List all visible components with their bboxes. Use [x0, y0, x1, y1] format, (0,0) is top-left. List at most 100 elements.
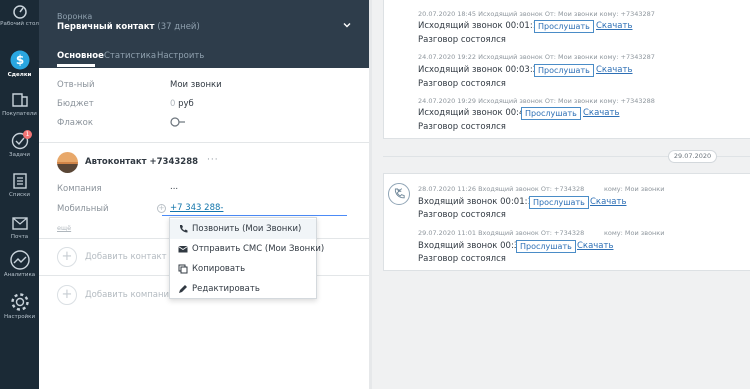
call-status: Разговор состоялся [418, 254, 506, 264]
nav-label-desk: Рабочий стол [0, 21, 39, 27]
tab-statistics[interactable]: Статистика [104, 51, 156, 61]
contact-more-menu[interactable]: ··· [207, 155, 219, 165]
section-divider [39, 142, 369, 143]
nav-item-desk[interactable]: Рабочий стол [0, 3, 39, 28]
download-link[interactable]: Скачать [583, 108, 619, 118]
call-summary: Исходящий звонок 00:01:12 [418, 21, 544, 31]
stage-name: Первичный контакт [57, 22, 155, 32]
nav-item-tasks[interactable]: 1 Задачи [0, 130, 39, 159]
menu-item-sms[interactable]: Отправить СМС (Мои Звонки) [170, 239, 324, 259]
pipeline-label: Воронка [57, 12, 93, 21]
nav-label-lists: Списки [9, 192, 30, 198]
nav-label-analytics: Аналитика [3, 272, 36, 278]
phone-number-link[interactable]: +7 343 288- [170, 203, 223, 213]
pipeline-stage-selector[interactable]: Первичный контакт (37 дней) [57, 22, 200, 32]
nav-label-deals: Сделки [7, 72, 32, 78]
menu-item-call[interactable]: Позвонить (Мои Звонки) [170, 219, 316, 239]
download-link[interactable]: Скачать [596, 21, 632, 31]
menu-label-edit: Редактировать [192, 284, 260, 294]
avatar [57, 152, 78, 173]
gear-icon [10, 293, 29, 311]
call-summary: Исходящий звонок 00:03:22 [418, 65, 544, 75]
field-label-budget: Бюджет [57, 99, 94, 109]
active-tab-indicator [57, 64, 95, 67]
menu-item-edit[interactable]: Редактировать [170, 279, 316, 299]
call-summary: Исходящий звонок 00:47 [418, 108, 530, 118]
field-label-company: Компания [57, 184, 102, 194]
budget-amount: 0 [170, 99, 176, 109]
budget-currency: руб [178, 99, 194, 109]
call-status: Разговор состоялся [418, 122, 506, 132]
call-meta: 24.07.2020 19:29 Исходящий звонок От: Мо… [418, 97, 655, 105]
nav-label-mail: Почта [10, 234, 29, 240]
tab-configure[interactable]: Настроить [157, 51, 204, 61]
plus-icon: + [57, 247, 77, 267]
card-header: Воронка Первичный контакт (37 дней) Осно… [39, 0, 369, 68]
flag-toggle[interactable] [170, 117, 186, 127]
nav-item-settings[interactable]: Настройки [0, 292, 39, 321]
call-status: Разговор состоялся [418, 35, 506, 45]
menu-item-copy[interactable]: Копировать [170, 259, 316, 279]
call-note-outgoing: 20.07.2020 18:45 Исходящий звонок От: Мо… [383, 0, 750, 139]
download-link[interactable]: Скачать [577, 241, 613, 251]
call-meta: 20.07.2020 18:45 Исходящий звонок От: Мо… [418, 10, 655, 18]
lists-icon [12, 173, 27, 189]
incoming-call-icon [388, 183, 410, 205]
nav-item-analytics[interactable]: Аналитика [0, 250, 39, 279]
field-value-company[interactable]: ... [170, 182, 178, 192]
call-summary: Входящий звонок 00:01:13 [418, 197, 539, 207]
call-status: Разговор состоялся [418, 79, 506, 89]
download-link[interactable]: Скачать [596, 65, 632, 75]
field-value-budget[interactable]: 0 руб [170, 99, 194, 109]
deals-icon: $ [10, 50, 29, 70]
tab-main[interactable]: Основное [57, 51, 104, 61]
download-link[interactable]: Скачать [590, 197, 626, 207]
listen-button[interactable]: Прослушать [521, 107, 581, 120]
dashboard-icon [12, 5, 27, 19]
nav-label-settings: Настройки [3, 314, 36, 320]
add-company-label: Добавить компанию [85, 290, 177, 300]
add-contact-label: Добавить контакт [85, 252, 167, 262]
call-meta: 24.07.2020 19:22 Исходящий звонок От: Мо… [418, 53, 655, 61]
activity-feed: 20.07.2020 18:45 Исходящий звонок От: Мо… [369, 0, 750, 389]
contact-name[interactable]: Автоконтакт +7343288 [85, 157, 198, 167]
menu-label-sms: Отправить СМС (Мои Звонки) [192, 244, 325, 254]
date-divider: 29.07.2020 [668, 150, 717, 163]
call-status: Разговор состоялся [418, 210, 506, 220]
listen-button[interactable]: Прослушать [516, 240, 576, 253]
lead-card: Воронка Первичный контакт (37 дней) Осно… [39, 0, 369, 389]
buyers-icon [11, 93, 28, 107]
nav-item-deals[interactable]: $ Сделки [0, 50, 39, 79]
listen-button[interactable]: Прослушать [534, 64, 594, 77]
field-value-responsible[interactable]: Мои звонки [170, 80, 222, 90]
feed-divider [369, 0, 372, 389]
field-label-responsible: Отв-ный [57, 80, 95, 90]
call-summary: Входящий звонок 00:35 [418, 241, 525, 251]
chevron-down-icon[interactable] [342, 20, 352, 30]
analytics-icon [9, 250, 30, 270]
left-navigation: Рабочий стол $ Сделки Покупатели 1 Задач… [0, 0, 39, 389]
nav-label-tasks: Задачи [9, 152, 30, 158]
stage-days: (37 дней) [157, 22, 200, 32]
phone-context-menu: Позвонить (Мои Звонки) Отправить СМС (Мо… [169, 217, 324, 299]
nav-item-buyers[interactable]: Покупатели [0, 91, 39, 118]
phone-icon [179, 225, 188, 233]
mail-icon [11, 217, 28, 230]
pencil-icon [179, 285, 187, 293]
listen-button[interactable]: Прослушать [534, 20, 594, 33]
nav-item-mail[interactable]: Почта [0, 214, 39, 241]
call-meta: 28.07.2020 11:26 Входящий звонок От: +73… [418, 185, 585, 193]
menu-label-copy: Копировать [192, 264, 246, 274]
nav-label-buyers: Покупатели [2, 111, 37, 117]
phone-type-icon[interactable]: + [157, 204, 166, 213]
call-meta-recipient: кому: Мои звонки [604, 185, 665, 193]
tasks-badge: 1 [23, 130, 32, 139]
nav-item-lists[interactable]: Списки [0, 172, 39, 199]
menu-label-call: Позвонить (Мои Звонки) [192, 224, 302, 234]
more-fields-link[interactable]: ещё [57, 224, 71, 232]
call-note-incoming: 28.07.2020 11:26 Входящий звонок От: +73… [383, 173, 750, 271]
phone-input-underline [162, 215, 347, 216]
plus-icon: + [57, 285, 77, 305]
listen-button[interactable]: Прослушать [529, 196, 589, 209]
field-label-mobile: Мобильный [57, 204, 109, 214]
